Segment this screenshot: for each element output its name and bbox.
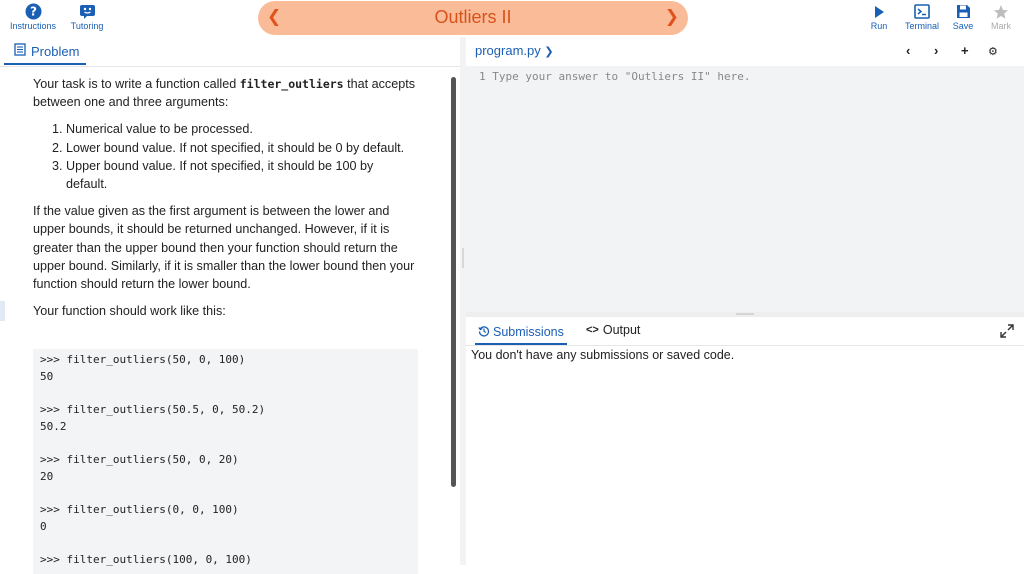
chevron-right-icon: ❯	[544, 46, 554, 58]
tab-output[interactable]: <> Output	[586, 323, 640, 337]
argument-list: Numerical value to be processed. Lower b…	[66, 120, 418, 193]
tutoring-chat-icon	[79, 2, 96, 21]
problem-description: Your task is to write a function called …	[33, 75, 418, 329]
editor-line: 1 Type your answer to "Outliers II" here…	[479, 70, 751, 83]
help-icon: ?	[25, 2, 42, 21]
side-marker	[0, 301, 5, 321]
next-file-button[interactable]: ›	[934, 43, 938, 58]
instructions-label: Instructions	[9, 21, 57, 31]
play-icon	[872, 2, 886, 21]
example-call: >>> filter_outliers(50, 0, 20)	[40, 453, 239, 467]
problem-panel: Problem Your task is to write a function…	[0, 37, 460, 574]
save-icon	[956, 2, 971, 21]
example-call: >>> filter_outliers(50.5, 0, 50.2)	[40, 403, 266, 417]
tab-problem-label: Problem	[31, 43, 80, 59]
save-button[interactable]: Save	[948, 2, 978, 31]
save-label: Save	[952, 21, 974, 31]
top-bar: ? Instructions Tutoring ❮ Outliers II ❯ …	[0, 0, 1024, 37]
history-icon	[478, 325, 490, 340]
document-icon	[14, 43, 26, 59]
run-button[interactable]: Run	[864, 2, 894, 31]
list-item: Lower bound value. If not specified, it …	[66, 139, 418, 157]
results-panel: Submissions <> Output You don't have any…	[466, 317, 1024, 565]
instructions-button[interactable]: ? Instructions	[6, 2, 60, 31]
next-problem-button[interactable]: ❯	[665, 7, 679, 27]
list-item: Upper bound value. If not specified, it …	[66, 157, 418, 193]
mark-label: Mark	[991, 21, 1011, 31]
previous-file-button[interactable]: ‹	[906, 43, 910, 58]
tutoring-label: Tutoring	[70, 21, 104, 31]
example-result: 20	[40, 469, 54, 483]
tab-submissions[interactable]: Submissions	[475, 321, 567, 345]
example-call: >>> filter_outliers(100, 0, 100)	[40, 553, 252, 567]
svg-text:?: ?	[30, 5, 37, 19]
function-name: filter_outliers	[239, 77, 344, 91]
star-icon	[993, 2, 1009, 21]
scrollbar[interactable]	[451, 77, 456, 487]
title-bar: ❮ Outliers II ❯	[258, 1, 688, 35]
empty-submissions-message: You don't have any submissions or saved …	[471, 348, 735, 362]
intro-paragraph: Your task is to write a function called …	[33, 77, 416, 110]
list-item: Numerical value to be processed.	[66, 120, 418, 138]
mark-button[interactable]: Mark	[985, 2, 1017, 31]
add-file-button[interactable]: +	[961, 43, 969, 58]
run-label: Run	[870, 21, 888, 31]
editor-header: program.py ❯ ‹ › + ⚙	[466, 37, 1024, 66]
divider	[466, 345, 1024, 346]
divider	[0, 66, 460, 67]
page-title: Outliers II	[434, 7, 512, 27]
example-call: >>> filter_outliers(0, 0, 100)	[40, 503, 239, 517]
terminal-button[interactable]: Terminal	[900, 2, 944, 31]
tutoring-button[interactable]: Tutoring	[66, 2, 108, 31]
code-editor[interactable]: 1 Type your answer to "Outliers II" here…	[466, 66, 1024, 312]
line-number-gutter	[466, 66, 489, 312]
file-tab[interactable]: program.py ❯	[475, 43, 554, 58]
example-code-block: >>> filter_outliers(50, 0, 100) 50 >>> f…	[33, 349, 418, 574]
settings-gear-icon[interactable]: ⚙	[988, 45, 998, 58]
terminal-icon	[914, 2, 930, 21]
behavior-paragraph: If the value given as the first argument…	[33, 204, 415, 292]
example-result: 50.2	[40, 419, 67, 433]
examples-intro: Your function should work like this:	[33, 304, 226, 319]
example-result: 0	[40, 519, 47, 533]
example-result: 50	[40, 369, 54, 383]
terminal-label: Terminal	[904, 21, 939, 31]
example-call: >>> filter_outliers(50, 0, 100)	[40, 353, 246, 366]
tab-problem[interactable]: Problem	[4, 39, 86, 65]
expand-icon[interactable]	[1000, 324, 1014, 341]
code-brackets-icon: <>	[586, 324, 599, 336]
